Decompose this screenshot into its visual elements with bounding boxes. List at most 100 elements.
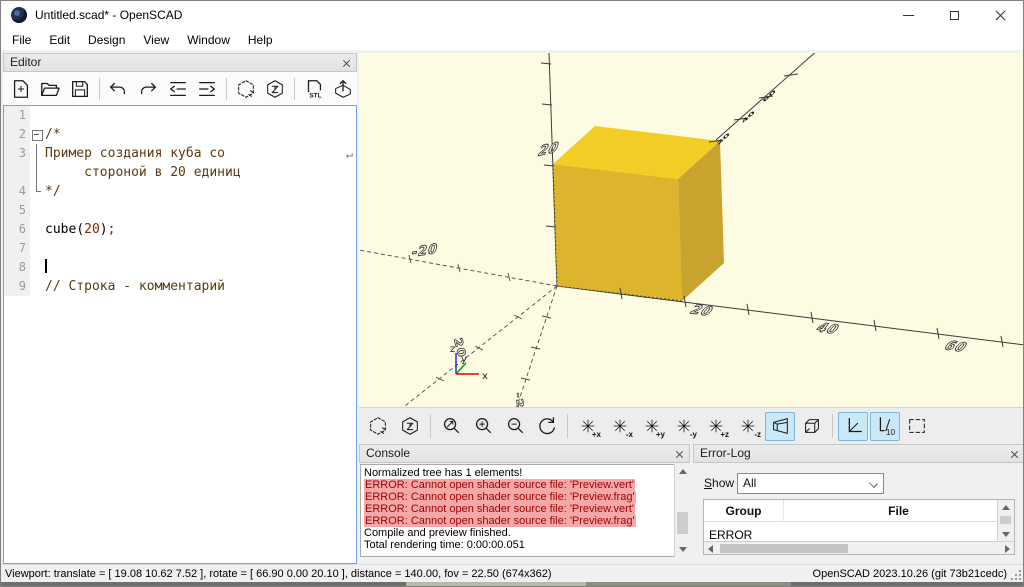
view-minus-y-button[interactable]: -y [669,412,699,441]
code-line[interactable]: 8 [4,258,356,277]
errorlog-table: Group File ERROR [703,499,1015,555]
preview-button[interactable] [232,75,260,103]
print-3d-button[interactable] [329,75,357,103]
axis-button-label: -y [690,430,697,439]
scroll-up-icon[interactable] [679,469,687,474]
console-error-line: ERROR: Cannot open shader source file: '… [364,503,688,515]
editor-panel-header[interactable]: Editor [3,53,357,72]
neg-axis-ticks [409,255,551,381]
orthographic-button[interactable] [797,412,827,441]
code-line[interactable]: 1 [4,106,356,125]
errorlog-close-button[interactable] [1008,448,1021,461]
scroll-down-icon[interactable] [679,547,687,552]
chevron-down-icon [869,479,878,488]
errorlog-hscroll-thumb[interactable] [720,544,848,553]
undo-icon [107,78,129,100]
openscad-logo-icon [11,7,27,23]
console-panel-header[interactable]: Console [359,444,690,463]
new-file-button[interactable] [7,75,35,103]
desktop-fragment [586,582,791,587]
zoom-out-button[interactable] [500,412,530,441]
maximize-icon [950,11,959,20]
resize-grip[interactable] [1019,578,1021,580]
view-all-button[interactable] [902,412,932,441]
code-line[interactable]: 5 [4,201,356,220]
render-cube-icon [264,78,286,100]
code-line[interactable]: 3Пример создания куба со↵ [4,144,356,163]
window-title: Untitled.scad* - OpenSCAD [35,8,182,22]
editor-close-button[interactable] [340,57,353,70]
title-bar[interactable]: Untitled.scad* - OpenSCAD [1,1,1023,29]
show-filter-dropdown[interactable]: All [737,473,884,494]
axis-button-label: +z [720,430,729,439]
view-minus-z-button[interactable]: -z [733,412,763,441]
indent-button[interactable] [193,75,221,103]
undo-button[interactable] [105,75,133,103]
reset-view-button[interactable] [532,412,562,441]
console-scroll-thumb[interactable] [677,512,688,534]
code-line[interactable]: 7 [4,239,356,258]
code-line[interactable]: 6cube(20); [4,220,356,239]
code-line[interactable]: 9// Строка - комментарий [4,277,356,296]
fold-gutter [30,144,43,163]
fold-marker-icon[interactable] [30,125,43,144]
close-button[interactable] [977,1,1023,29]
console-scrollbar[interactable] [674,464,689,557]
scroll-left-icon[interactable] [708,545,713,553]
show-scale-markers-button[interactable]: 10 [870,412,900,441]
console-output[interactable]: Normalized tree has 1 elements!ERROR: Ca… [360,464,689,557]
menu-item-window[interactable]: Window [178,30,239,50]
toolbar-separator [226,78,227,100]
neg-x-axis [359,250,557,286]
maximize-button[interactable] [931,1,977,29]
scroll-right-icon[interactable] [1005,545,1010,553]
errorlog-panel: Error-Log Show All Group File ERROR [693,444,1024,558]
code-text: Пример создания куба со [43,144,225,163]
mini-axis-y-label: y [461,354,467,365]
console-close-button[interactable] [673,448,686,461]
view-plus-x-button[interactable]: +x [573,412,603,441]
preview-cube-icon [235,78,257,100]
menu-item-edit[interactable]: Edit [40,30,79,50]
menu-item-help[interactable]: Help [239,30,282,50]
view-minus-x-button[interactable]: -x [605,412,635,441]
render-button[interactable] [261,75,289,103]
unindent-button[interactable] [164,75,192,103]
column-header-group[interactable]: Group [704,500,784,521]
perspective-button[interactable] [765,412,795,441]
errorlog-vscroll-thumb[interactable] [1000,516,1011,524]
menu-item-view[interactable]: View [134,30,178,50]
show-scale-markers-icon: 10 [874,415,896,437]
menu-item-design[interactable]: Design [79,30,134,50]
scroll-down-icon[interactable] [1002,532,1010,537]
code-line[interactable]: 4*/ [4,182,356,201]
zoom-in-button[interactable] [468,412,498,441]
viewport-3d[interactable]: 20 40 60 20 -20 20 -20 20 40 60 z y x [359,53,1024,407]
zoom-all-button[interactable] [436,412,466,441]
console-line: Compile and preview finished. [364,527,688,539]
open-file-button[interactable] [37,75,65,103]
text-cursor [45,259,47,273]
minimize-button[interactable] [885,1,931,29]
vp-preview-button[interactable] [363,412,393,441]
errorlog-row[interactable]: ERROR [704,522,1014,542]
view-plus-y-button[interactable]: +y [637,412,667,441]
errorlog-vscrollbar[interactable] [997,500,1014,542]
perspective-icon [769,415,791,437]
column-header-file[interactable]: File [784,500,1014,521]
save-button[interactable] [66,75,94,103]
export-stl-icon: STL [303,78,325,100]
scroll-up-icon[interactable] [1002,505,1010,510]
errorlog-panel-header[interactable]: Error-Log [693,444,1024,463]
errorlog-hscrollbar[interactable] [704,541,1014,554]
view-plus-z-button[interactable]: +z [701,412,731,441]
vp-render-button[interactable] [395,412,425,441]
menu-item-file[interactable]: File [3,30,40,50]
show-axes-button[interactable] [838,412,868,441]
code-line[interactable]: 2/* [4,125,356,144]
code-editor[interactable]: 12/*3Пример создания куба со↵ стороной в… [3,105,357,564]
code-text [43,258,47,277]
redo-button[interactable] [134,75,162,103]
export-stl-button[interactable]: STL [300,75,328,103]
code-line[interactable]: стороной в 20 единиц [4,163,356,182]
